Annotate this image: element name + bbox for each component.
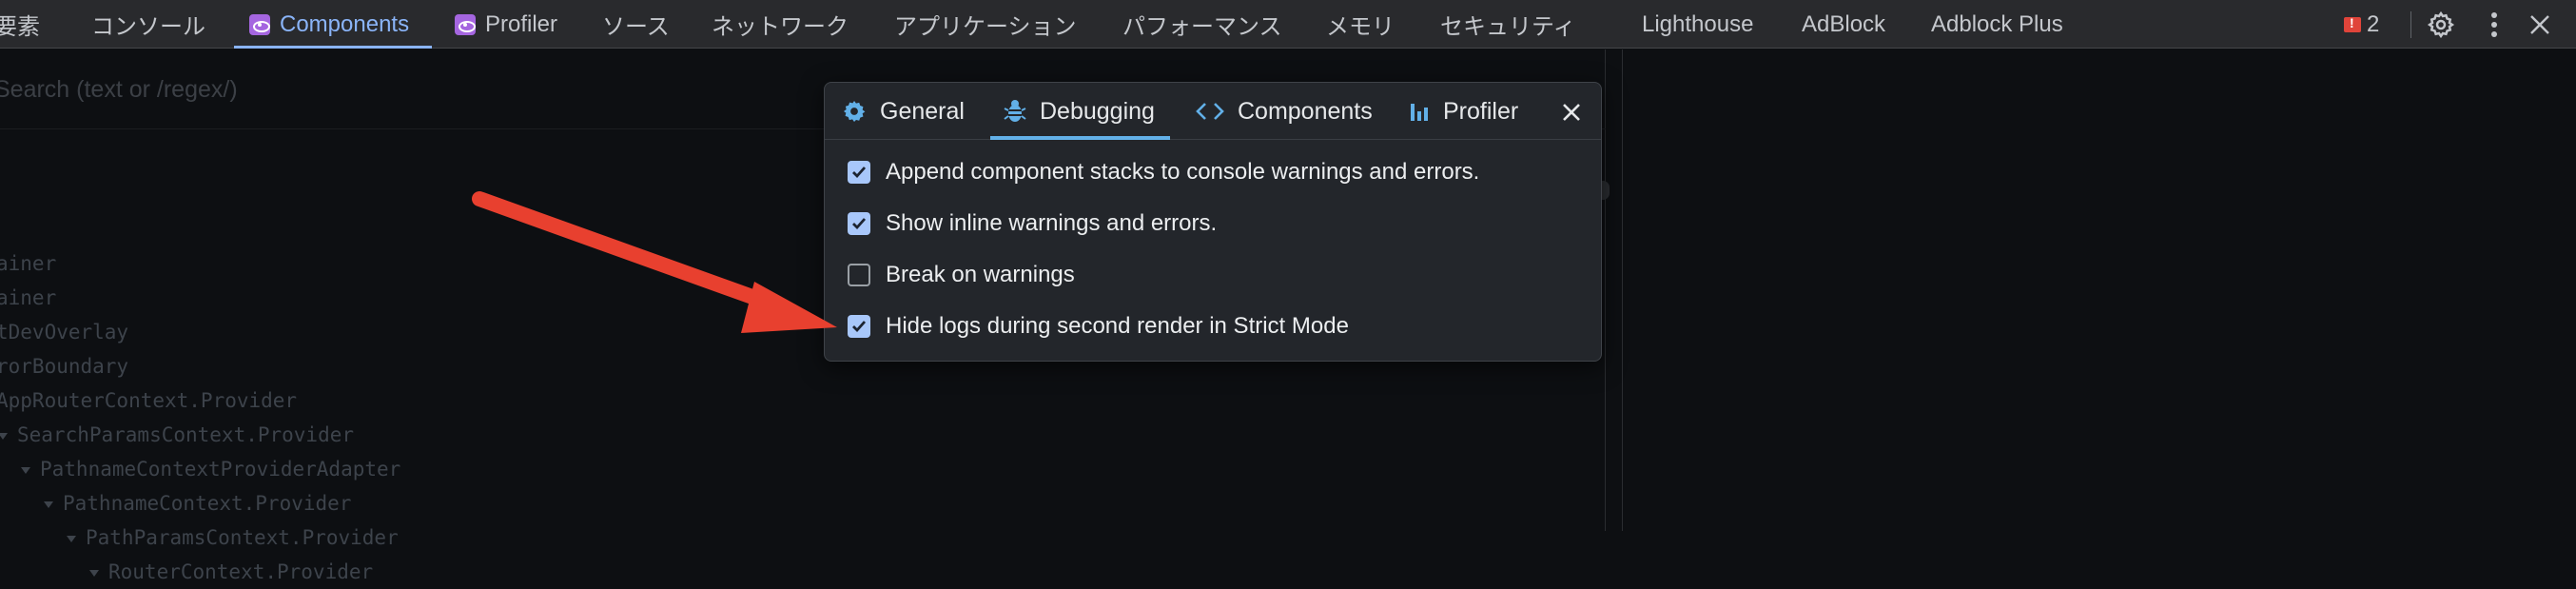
more-options-icon[interactable]	[2477, 0, 2511, 49]
issue-flag-icon	[2344, 15, 2361, 32]
tab-performance[interactable]: パフォーマンス	[1122, 0, 1282, 49]
option-label: Break on warnings	[886, 262, 1075, 287]
tree-node[interactable]: RouterContext.Provider	[89, 555, 373, 589]
tree-node-label: PathnameContext.Provider	[63, 492, 352, 515]
tree-node-label: SearchParamsContext.Provider	[17, 423, 355, 446]
tab-label: メモリ	[1326, 14, 1395, 40]
settings-modal: General Debugging Components Profiler Ap…	[824, 82, 1602, 362]
tab-label: Debugging	[1040, 97, 1155, 125]
bug-icon	[1004, 100, 1026, 122]
devtools-tab-bar: 要素 コンソール Components Profiler ソース ネットワーク …	[0, 0, 2576, 49]
tab-label: アプリケーション	[894, 14, 1077, 40]
expand-caret-icon[interactable]	[67, 535, 76, 542]
tree-node-label: RouterContext.Provider	[108, 560, 374, 583]
tab-label: 要素	[0, 14, 40, 40]
expand-caret-icon[interactable]	[89, 569, 99, 577]
side-pane	[1622, 49, 2576, 531]
tree-node-label: AppRouterContext.Provider	[0, 389, 298, 412]
tab-network[interactable]: ネットワーク	[712, 0, 849, 49]
tab-lighthouse[interactable]: Lighthouse	[1642, 0, 1753, 49]
tree-node-label: ainer	[0, 252, 57, 275]
tree-node[interactable]: PathParamsContext.Provider	[67, 520, 399, 555]
tab-profiler[interactable]: Profiler	[1409, 83, 1518, 140]
option-append-stacks[interactable]: Append component stacks to console warni…	[848, 158, 1479, 187]
expand-caret-icon[interactable]	[0, 432, 8, 440]
option-hide-logs-strict-mode[interactable]: Hide logs during second render in Strict…	[848, 312, 1349, 341]
tree-node-label: PathParamsContext.Provider	[86, 526, 399, 549]
tree-node-label: rorBoundary	[0, 355, 129, 378]
option-label: Append component stacks to console warni…	[886, 159, 1480, 185]
tree-node-label: ainer	[0, 286, 57, 309]
tab-profiler[interactable]: Profiler	[455, 0, 557, 49]
tree-node[interactable]: SearchParamsContext.Provider	[0, 418, 354, 452]
tab-security[interactable]: セキュリティ	[1440, 0, 1576, 49]
tab-label: セキュリティ	[1440, 14, 1576, 40]
tab-adblock[interactable]: AdBlock	[1802, 0, 1885, 49]
tab-general[interactable]: General	[842, 83, 965, 140]
issues-count: 2	[2367, 10, 2380, 37]
code-icon	[1196, 103, 1224, 120]
tab-label: AdBlock	[1802, 10, 1886, 37]
option-inline-warnings[interactable]: Show inline warnings and errors.	[848, 209, 1217, 238]
tab-components[interactable]: Components	[1196, 83, 1373, 140]
close-modal-button[interactable]	[1555, 96, 1588, 128]
checkbox-break-on-warnings[interactable]	[848, 264, 870, 286]
expand-caret-icon[interactable]	[44, 501, 53, 508]
tab-sources[interactable]: ソース	[602, 0, 670, 49]
tab-debugging[interactable]: Debugging	[990, 83, 1170, 140]
checkbox-hide-logs-strict-mode[interactable]	[848, 315, 870, 338]
tree-node[interactable]: ainer	[0, 281, 56, 315]
tree-node[interactable]: PathnameContextProviderAdapter	[21, 452, 400, 486]
tab-adblock-plus[interactable]: Adblock Plus	[1931, 0, 2063, 49]
tab-label: Components	[1238, 97, 1373, 125]
expand-caret-icon[interactable]	[21, 466, 30, 474]
tab-application[interactable]: アプリケーション	[894, 0, 1077, 49]
option-break-on-warnings[interactable]: Break on warnings	[848, 261, 1075, 289]
tree-node[interactable]: PathnameContext.Provider	[44, 486, 351, 520]
bar-chart-icon	[1411, 104, 1428, 121]
tree-node[interactable]: ainer	[0, 246, 56, 281]
toolbar-divider	[2410, 11, 2411, 38]
issues-counter[interactable]: 2	[2344, 0, 2379, 49]
tab-components[interactable]: Components	[233, 0, 433, 49]
tab-label: General	[880, 97, 965, 125]
tab-label: Lighthouse	[1642, 10, 1754, 37]
tree-node[interactable]: tDevOverlay	[0, 315, 128, 349]
checkbox-append-stacks[interactable]	[848, 161, 870, 184]
settings-gear-icon[interactable]	[2424, 0, 2458, 49]
tab-label: Profiler	[485, 10, 558, 37]
tab-label: Profiler	[1443, 97, 1519, 125]
tab-console[interactable]: コンソール	[91, 0, 205, 49]
tree-node[interactable]: rorBoundary	[0, 349, 128, 383]
gear-icon	[843, 100, 866, 123]
react-icon	[455, 13, 476, 35]
tab-label: ソース	[602, 14, 670, 40]
react-icon	[249, 13, 270, 35]
tab-label: Adblock Plus	[1931, 10, 2063, 37]
option-label: Hide logs during second render in Strict…	[886, 313, 1349, 339]
tab-label: コンソール	[91, 14, 205, 40]
tab-memory[interactable]: メモリ	[1326, 0, 1395, 49]
close-icon	[1563, 104, 1580, 121]
tree-node-label: PathnameContextProviderAdapter	[40, 458, 401, 481]
tab-label: Components	[280, 10, 410, 37]
tab-elements[interactable]: 要素	[0, 0, 40, 49]
tree-node-label: tDevOverlay	[0, 321, 129, 344]
option-label: Show inline warnings and errors.	[886, 210, 1218, 236]
close-devtools-icon[interactable]	[2523, 0, 2557, 49]
settings-tabs: General Debugging Components Profiler	[825, 83, 1601, 140]
tree-node[interactable]: AppRouterContext.Provider	[0, 383, 297, 418]
checkbox-inline-warnings[interactable]	[848, 212, 870, 235]
tab-label: ネットワーク	[712, 14, 849, 40]
tab-label: パフォーマンス	[1122, 14, 1282, 40]
